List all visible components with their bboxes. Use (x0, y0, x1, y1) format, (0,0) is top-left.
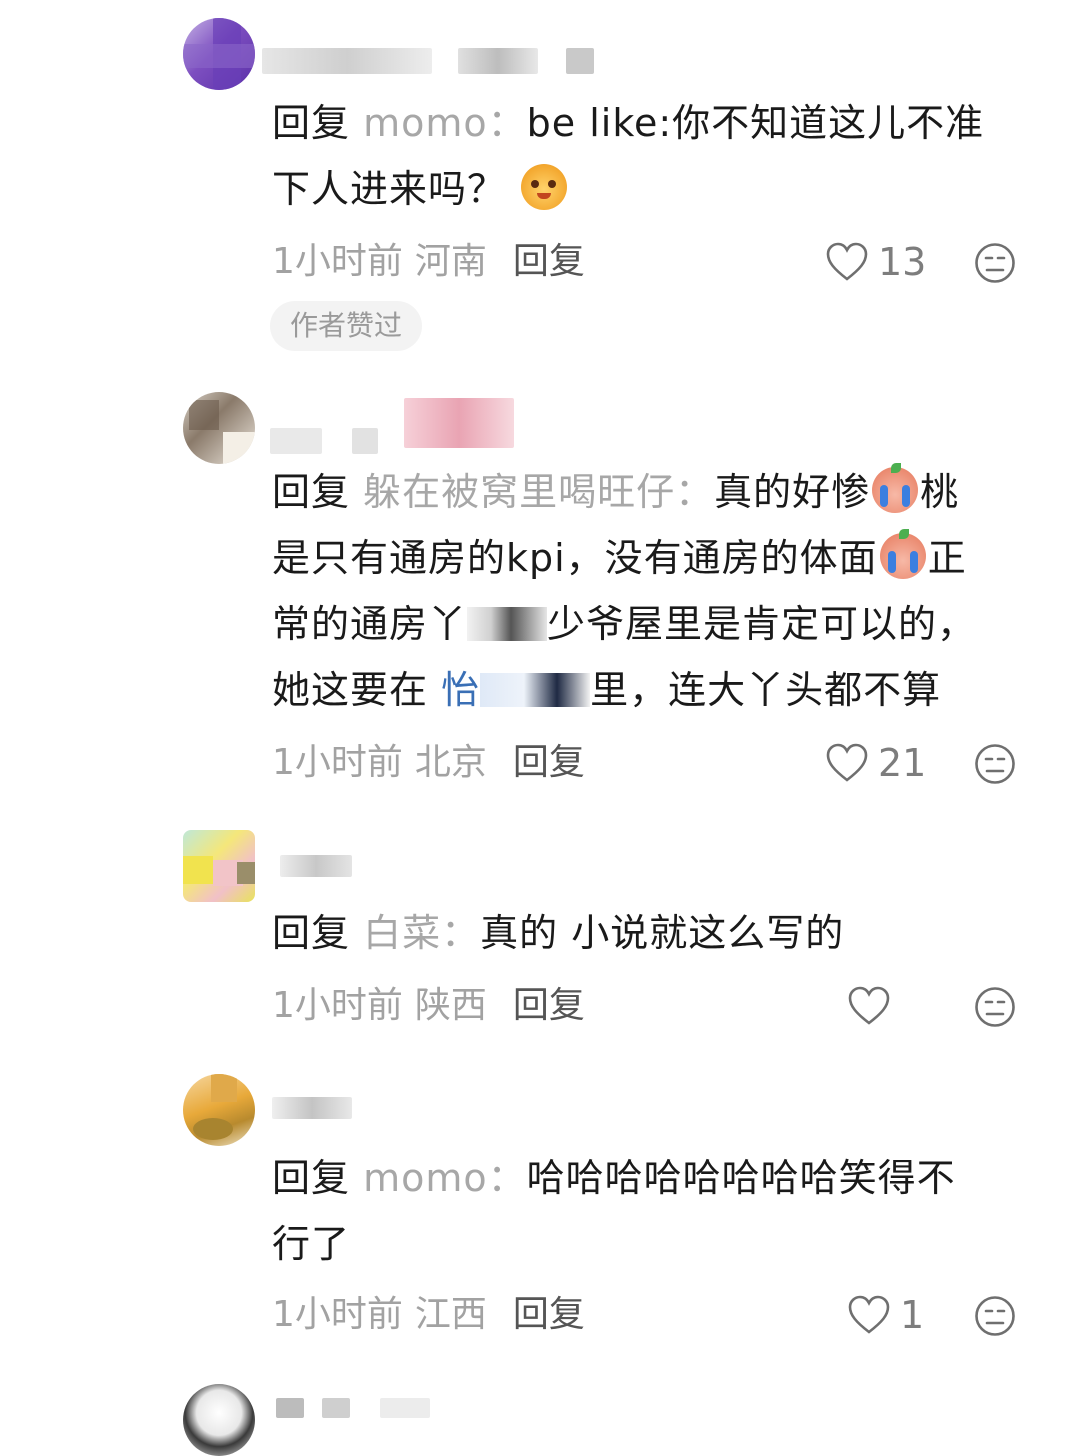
comment-line: 怡 (441, 668, 481, 712)
reply-prefix: 回复 (272, 911, 351, 955)
comment-location: 河南 (414, 241, 487, 282)
dislike-face-icon[interactable] (974, 1295, 1016, 1337)
heart-outline-icon (848, 986, 890, 1025)
comment-line: 是只有通房的kpi，没有通房的体面 (272, 536, 878, 580)
crying-emoji-icon (879, 529, 926, 579)
comment-time: 1小时前 (272, 1294, 403, 1335)
like-button[interactable]: 1 (848, 1290, 924, 1340)
comment-line: 真的好惨 (714, 470, 871, 514)
reply-button[interactable]: 回复 (513, 241, 585, 282)
reply-target[interactable]: 躲在被窝里喝旺仔： (363, 470, 714, 514)
comment-location: 江西 (414, 1294, 487, 1335)
comment-line: 桃 (920, 470, 960, 514)
reply-button[interactable]: 回复 (513, 1294, 585, 1335)
reply-button[interactable]: 回复 (513, 742, 585, 783)
reply-prefix: 回复 (272, 470, 351, 514)
comment-location: 陕西 (414, 985, 487, 1026)
heart-outline-icon (848, 1295, 890, 1334)
censored-text (467, 607, 548, 641)
heart-outline-icon (826, 242, 868, 281)
comment-line: 常的通房丫 (272, 602, 468, 646)
reply-button[interactable]: 回复 (513, 985, 585, 1026)
reply-prefix: 回复 (272, 101, 351, 145)
comment-line: 里，连大丫头都不算 (590, 668, 942, 712)
dislike-face-icon[interactable] (974, 242, 1016, 284)
comment-location: 北京 (414, 742, 487, 783)
crying-emoji-icon (872, 463, 919, 513)
comment-line: 少爷屋里是肯定可以的， (547, 602, 977, 646)
censored-text (480, 673, 591, 707)
comment-meta: 1小时前 江西 回复 (272, 1290, 585, 1340)
reply-target[interactable]: 白菜： (363, 911, 480, 955)
like-button[interactable] (848, 981, 900, 1031)
comment-line: 正 (927, 536, 967, 580)
author-liked-badge: 作者赞过 (270, 301, 423, 351)
reply-target[interactable]: momo： (363, 101, 527, 145)
comment-line: be like:你不知道这儿不准 (526, 101, 985, 145)
comment-text: 回复 momo：be like:你不知道这儿不准 下人进来吗？ (272, 90, 1032, 222)
avatar[interactable] (183, 1074, 255, 1146)
avatar[interactable] (183, 1384, 255, 1456)
like-count: 13 (878, 240, 927, 284)
comment-meta: 1小时前 北京 回复 (272, 738, 585, 788)
comment-line: 真的 小说就这么写的 (480, 911, 845, 955)
comment-line: 哈哈哈哈哈哈哈哈笑得不 (526, 1156, 956, 1200)
comment-text: 回复 momo：哈哈哈哈哈哈哈哈笑得不 行了 (272, 1145, 1032, 1277)
dislike-face-icon[interactable] (974, 743, 1016, 785)
like-button[interactable]: 13 (826, 237, 926, 287)
reply-prefix: 回复 (272, 1156, 351, 1200)
avatar[interactable] (183, 392, 255, 464)
comment-time: 1小时前 (272, 985, 403, 1026)
comment-line: 她这要在 (272, 668, 429, 712)
avatar[interactable] (183, 830, 255, 902)
comment-time: 1小时前 (272, 241, 403, 282)
reply-target[interactable]: momo： (363, 1156, 527, 1200)
like-count: 21 (878, 741, 927, 785)
like-button[interactable]: 21 (826, 738, 926, 788)
heart-outline-icon (826, 743, 868, 782)
like-count: 1 (900, 1293, 925, 1337)
comment-time: 1小时前 (272, 742, 403, 783)
comment-line: 下人进来吗？ (272, 167, 507, 211)
sticker-emoji-icon (521, 164, 568, 210)
comment-text: 回复 白菜：真的 小说就这么写的 (272, 900, 1032, 966)
comment-text: 回复 躲在被窝里喝旺仔：真的好惨 桃 是只有通房的kpi，没有通房的体面 正 常的通… (272, 459, 1032, 723)
comment-meta: 1小时前 河南 回复 (272, 237, 585, 287)
comment-meta: 1小时前 陕西 回复 (272, 981, 585, 1031)
comment-line: 行了 (272, 1222, 351, 1266)
dislike-face-icon[interactable] (974, 986, 1016, 1028)
avatar[interactable] (183, 18, 255, 90)
